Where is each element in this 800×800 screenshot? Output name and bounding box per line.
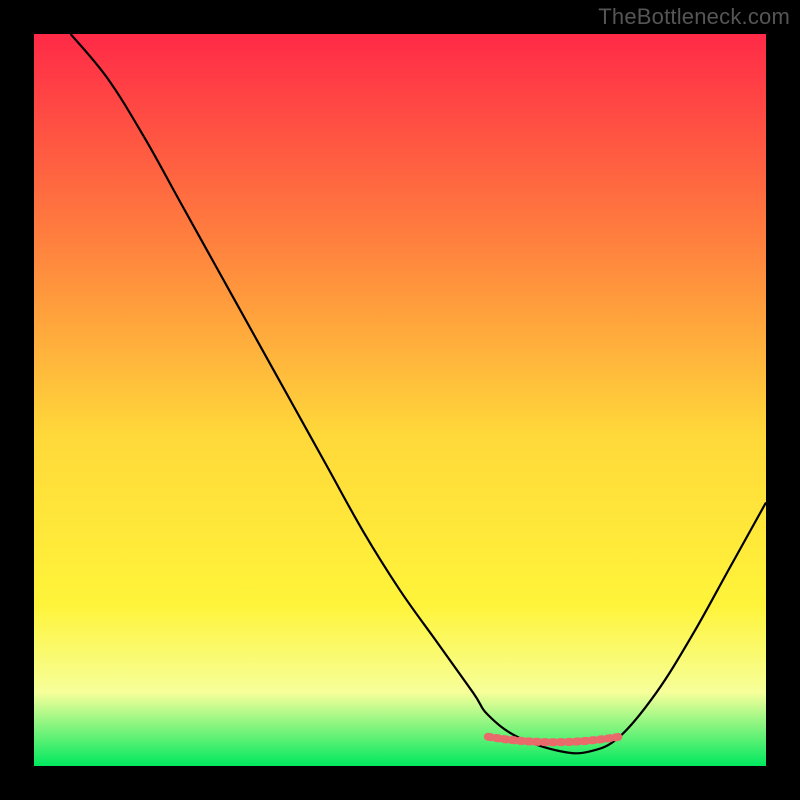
watermark-text: TheBottleneck.com [598,4,790,30]
gradient-background [34,34,766,766]
chart-frame: TheBottleneck.com [0,0,800,800]
bottleneck-chart [34,34,766,766]
